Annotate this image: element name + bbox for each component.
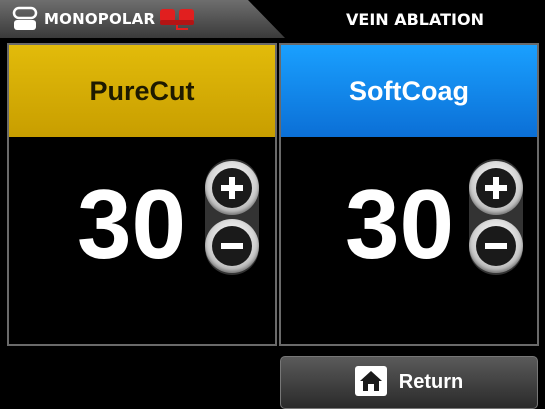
- purecut-panel: PureCut 30: [7, 43, 277, 346]
- generator-screen: MONOPOLAR VEIN ABLATION PureCut 30 SoftC…: [0, 0, 545, 409]
- purecut-decrease-button[interactable]: [205, 219, 259, 273]
- minus-icon: [476, 226, 516, 266]
- purecut-stepper: [205, 159, 259, 275]
- plus-icon: [212, 168, 252, 208]
- return-label: Return: [398, 371, 464, 393]
- foot-pedal-icon: [158, 7, 198, 37]
- home-icon: [354, 365, 387, 400]
- procedure-label: VEIN ABLATION: [346, 10, 484, 29]
- softcoag-stepper: [469, 159, 523, 275]
- softcoag-mode-button[interactable]: SoftCoag: [281, 45, 537, 137]
- return-button[interactable]: Return: [280, 356, 538, 409]
- handpiece-icon: [12, 6, 38, 36]
- softcoag-decrease-button[interactable]: [469, 219, 523, 273]
- plus-icon: [476, 168, 516, 208]
- softcoag-panel: SoftCoag 30: [279, 43, 539, 346]
- purecut-increase-button[interactable]: [205, 161, 259, 215]
- minus-icon: [212, 226, 252, 266]
- softcoag-increase-button[interactable]: [469, 161, 523, 215]
- softcoag-power-value: 30: [345, 169, 455, 279]
- mode-label: MONOPOLAR: [44, 10, 156, 28]
- purecut-power-value: 30: [77, 169, 187, 279]
- purecut-mode-button[interactable]: PureCut: [9, 45, 275, 137]
